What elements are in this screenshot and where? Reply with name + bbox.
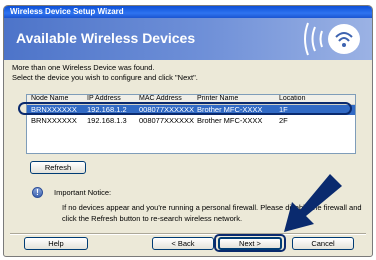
device-row[interactable]: BRNXXXXXX 192.168.1.3 008077XXXXXX Broth… (27, 116, 355, 126)
cell-printer-name: Brother MFC-XXXX (197, 116, 263, 125)
cell-ip-address: 192.168.1.3 (87, 116, 127, 125)
column-header-ip-address[interactable]: IP Address (87, 95, 121, 102)
next-button-highlight-outline (214, 234, 286, 252)
selection-highlight-outline (18, 102, 352, 115)
notice-title: Important Notice: (54, 188, 112, 197)
pointer-arrow-icon (284, 174, 342, 232)
help-button[interactable]: Help (24, 237, 88, 250)
column-header-location[interactable]: Location (279, 95, 305, 102)
back-button[interactable]: < Back (152, 237, 214, 250)
intro-line-1: More than one Wireless Device was found. (12, 63, 155, 72)
banner: Available Wireless Devices (4, 18, 372, 60)
column-header-node-name[interactable]: Node Name (31, 95, 68, 102)
cell-mac-address: 008077XXXXXX (139, 116, 195, 125)
column-header-mac-address[interactable]: MAC Address (139, 95, 182, 102)
intro-line-2: Select the device you wish to configure … (12, 73, 198, 82)
column-header-printer-name[interactable]: Printer Name (197, 95, 238, 102)
banner-title: Available Wireless Devices (16, 30, 196, 46)
exclamation-icon: ! (32, 187, 43, 198)
window-title: Wireless Device Setup Wizard (4, 6, 372, 18)
cell-node-name: BRNXXXXXX (31, 116, 77, 125)
wifi-logo-icon (304, 22, 360, 56)
refresh-button[interactable]: Refresh (30, 161, 86, 174)
cancel-button[interactable]: Cancel (292, 237, 354, 250)
cell-location: 2F (279, 116, 288, 125)
